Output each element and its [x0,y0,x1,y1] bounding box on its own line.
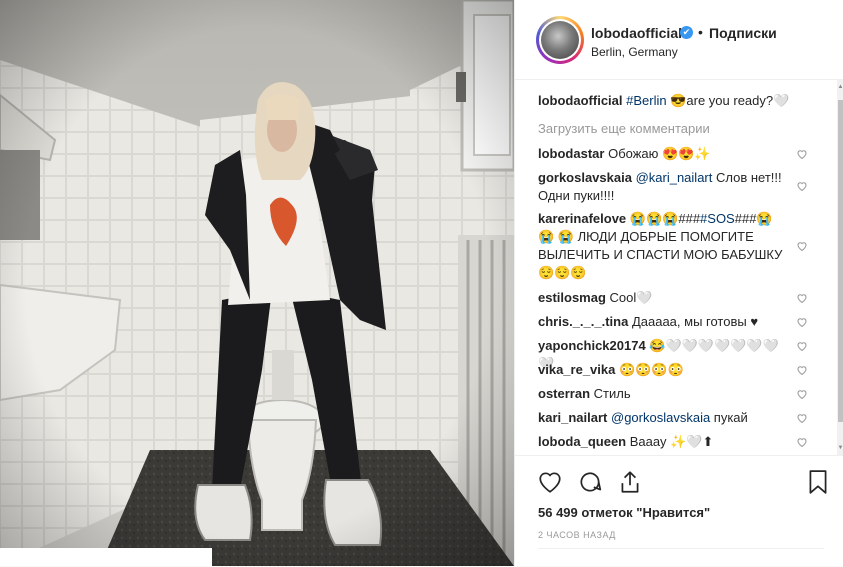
comment-username[interactable]: loboda_queen [538,434,626,449]
comment-text: Стиль [593,386,631,401]
comment-item: lobodastar Обожаю 😍😍✨ [538,145,788,163]
location-link[interactable]: Berlin, Germany [591,45,678,59]
avatar-image [541,21,579,59]
comment-text: Cool🤍 [609,290,653,305]
caption-username[interactable]: lobodaofficial [538,93,623,108]
verified-badge-icon: ✔ [680,26,693,39]
comment-text: пукай [710,410,748,425]
comment-like-heart-icon[interactable] [796,148,808,160]
share-icon[interactable] [617,469,643,495]
caption: lobodaofficial #Berlin 😎are you ready?🤍 [538,92,818,110]
caption-hashtag[interactable]: #Berlin [626,93,666,108]
comment-item: vika_re_vika 😳😳😳😳 [538,361,788,379]
comment-item: loboda_queen Вааау ✨🤍⬆ [538,433,788,451]
comment-like-heart-icon[interactable] [796,436,808,448]
comment-item: chris._._._.tina Дааааа, мы готовы ♥ [538,313,788,331]
comment-text: Вааау ✨🤍⬆ [629,434,714,449]
comment-item: osterran Стиль [538,385,788,403]
comment-like-heart-icon[interactable] [796,316,808,328]
avatar[interactable] [539,19,581,61]
comment-username[interactable]: lobodastar [538,146,604,161]
bookmark-icon[interactable] [805,469,831,495]
scrollbar-thumb[interactable] [838,100,843,422]
comments-list[interactable]: lobodaofficial #Berlin 😎are you ready?🤍 … [515,80,837,455]
comment-mention[interactable]: @gorkoslavskaia [611,410,710,425]
divider [538,548,824,549]
post-timestamp: 2 ЧАСОВ НАЗАД [538,530,616,540]
comment-item: karerinafelove 😭😭😭####SOS###😭😭 😭 ЛЮДИ ДО… [538,210,788,282]
post-side-panel: lobodaofficial ✔ • Подписки Berlin, Germ… [514,0,843,566]
comment-username[interactable]: karerinafelove [538,211,626,226]
post-actions: 56 499 отметок "Нравится" 2 ЧАСОВ НАЗАД [515,455,843,567]
photo-illustration [0,0,514,566]
load-more-comments-button[interactable]: Загрузить еще комментарии [538,121,710,136]
comment-text: Дааааа, мы готовы ♥ [631,314,759,329]
comment-item: estilosmag Cool🤍 [538,289,788,307]
caption-text: 😎are you ready?🤍 [666,93,790,108]
comment-bubble-icon[interactable] [577,469,603,495]
comment-like-heart-icon[interactable] [796,292,808,304]
story-ring[interactable] [536,16,584,64]
scroll-up-arrow-icon[interactable]: ▲ [837,82,843,92]
comment-like-heart-icon[interactable] [796,388,808,400]
comment-like-heart-icon[interactable] [796,412,808,424]
header-separator: • [698,24,703,40]
comment-like-heart-icon[interactable] [796,240,808,252]
comment-item: gorkoslavskaia @kari_nailart Слов нет!!!… [538,169,788,205]
post-photo[interactable] [0,0,514,566]
comment-username[interactable]: yaponchick20174 [538,338,646,353]
like-heart-icon[interactable] [537,469,563,495]
photo-bottom-bar [0,548,212,566]
comment-mention[interactable]: @kari_nailart [636,170,713,185]
post-header: lobodaofficial ✔ • Подписки Berlin, Germ… [515,0,843,80]
comment-username[interactable]: estilosmag [538,290,606,305]
comment-like-heart-icon[interactable] [796,180,808,192]
comment-hashtag[interactable]: #SOS [700,211,735,226]
comment-prefix: 😭😭😭### [629,211,701,226]
comment-text: 😳😳😳😳 [618,362,684,377]
comment-username[interactable]: vika_re_vika [538,362,615,377]
scroll-down-arrow-icon[interactable]: ▼ [837,443,843,453]
comment-username[interactable]: kari_nailart [538,410,607,425]
header-username[interactable]: lobodaofficial [591,25,682,41]
following-button[interactable]: Подписки [709,25,777,41]
likes-count[interactable]: 56 499 отметок "Нравится" [538,505,710,520]
comment-username[interactable]: osterran [538,386,590,401]
comments-scrollbar[interactable]: ▲ ▼ [837,80,843,455]
comment-text: Обожаю 😍😍✨ [608,146,711,161]
comment-item: kari_nailart @gorkoslavskaia пукай [538,409,788,427]
comment-like-heart-icon[interactable] [796,364,808,376]
comment-like-heart-icon[interactable] [796,340,808,352]
comment-username[interactable]: chris._._._.tina [538,314,628,329]
comment-username[interactable]: gorkoslavskaia [538,170,632,185]
